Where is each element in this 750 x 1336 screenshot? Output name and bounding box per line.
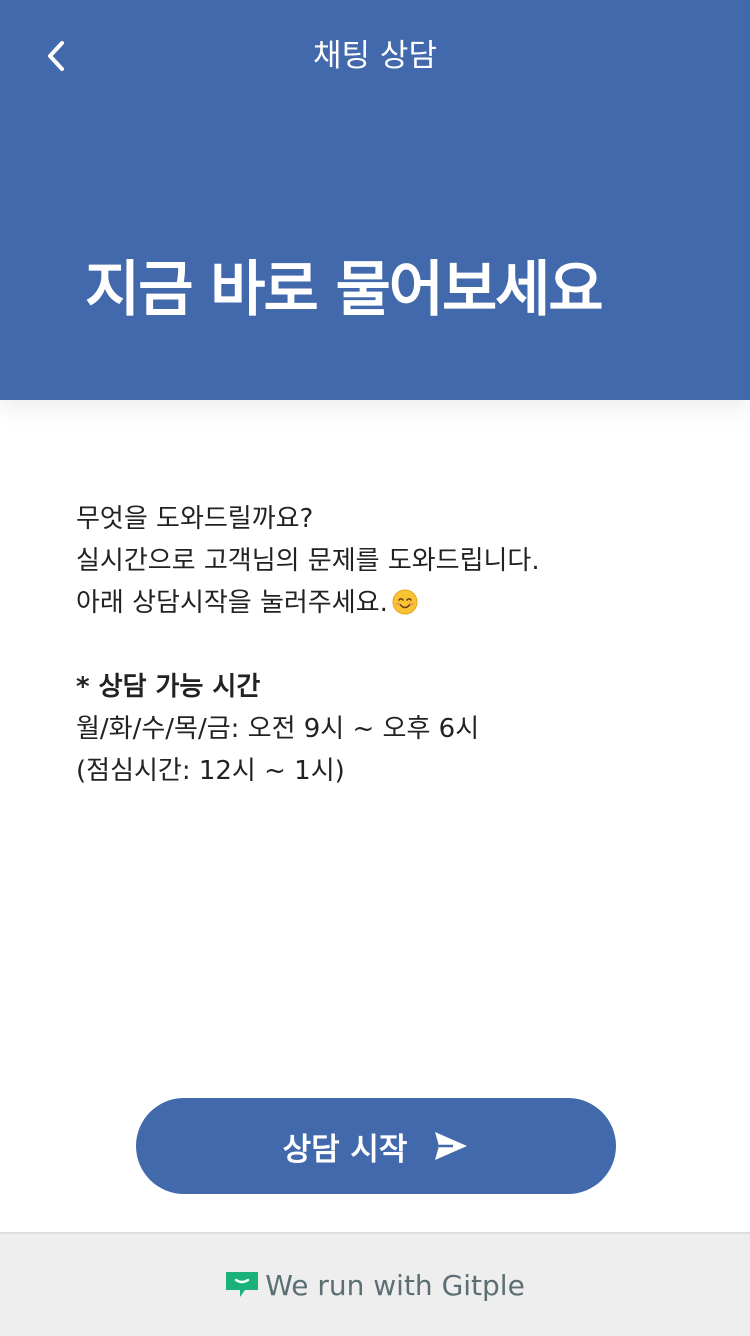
hours-line: 월/화/수/목/금: 오전 9시 ~ 오후 6시 — [76, 714, 480, 744]
intro-line: 아래 상담시작을 눌러주세요. — [76, 582, 676, 624]
gitple-link[interactable]: We run with Gitple — [225, 1269, 525, 1302]
hero-heading: 지금 바로 물어보세요 — [85, 255, 604, 325]
send-icon — [435, 1132, 468, 1160]
hours-line: (점심시간: 12시 ~ 1시) — [76, 756, 345, 786]
chat-info: 무엇을 도와드릴까요? 실시간으로 고객님의 문제를 도와드립니다. 아래 상담… — [76, 498, 676, 792]
gitple-chat-icon — [226, 1272, 259, 1297]
smiling-face-emoji-icon — [392, 589, 418, 615]
intro-line: 무엇을 도와드릴까요? — [76, 504, 314, 534]
hours-info: * 상담 가능 시간 월/화/수/목/금: 오전 9시 ~ 오후 6시 (점심시… — [76, 666, 676, 792]
hours-title: * 상담 가능 시간 — [76, 672, 261, 702]
page-title: 채팅 상담 — [313, 38, 437, 74]
intro-text: 무엇을 도와드릴까요? 실시간으로 고객님의 문제를 도와드립니다. 아래 상담… — [76, 498, 676, 624]
footer-text: We run with Gitple — [265, 1268, 525, 1302]
intro-line: 실시간으로 고객님의 문제를 도와드립니다. — [76, 546, 540, 576]
header: 채팅 상담 지금 바로 물어보세요 — [0, 0, 750, 400]
footer: We run with Gitple — [0, 1232, 750, 1336]
start-chat-button[interactable]: 상담 시작 — [136, 1098, 616, 1194]
start-chat-label: 상담 시작 — [282, 1131, 408, 1168]
